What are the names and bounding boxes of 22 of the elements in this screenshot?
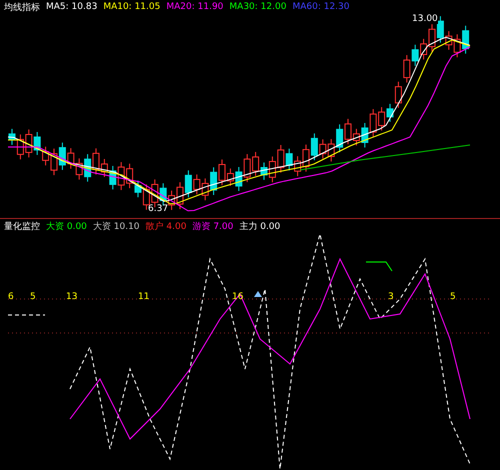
indicator-mark: 3 — [388, 292, 394, 302]
indicator-value: 散户 4.00 — [146, 220, 186, 232]
indicator-value: 游资 7.00 — [192, 220, 234, 232]
high-price-label: 13.00 — [412, 14, 438, 24]
indicator-value: MA5: 10.83 — [46, 2, 98, 12]
indicator-value: MA10: 11.05 — [103, 2, 160, 12]
trend-line — [366, 262, 392, 272]
indicator-value: 大资 0.00 — [46, 220, 87, 232]
indicator-value: MA20: 11.90 — [166, 2, 224, 12]
indicator-mark: 13 — [66, 292, 78, 302]
indicator-mark: 11 — [138, 292, 150, 302]
indicator-value: 大资 10.10 — [92, 220, 140, 232]
indicator-mark: 5 — [450, 292, 456, 302]
indicator-mark: 5 — [30, 292, 36, 302]
indicator-value: 主力 0.00 — [239, 220, 280, 232]
panel-title: 量化监控 — [4, 220, 40, 232]
indicator-value: MA60: 12.30 — [292, 2, 350, 12]
low-price-label: 6.37 — [148, 204, 168, 214]
panel-title: 均线指标 — [4, 2, 40, 14]
indicator-value: MA30: 12.00 — [229, 2, 286, 12]
indicator-mark: 6 — [8, 292, 14, 302]
dashed-level-line — [8, 314, 46, 316]
